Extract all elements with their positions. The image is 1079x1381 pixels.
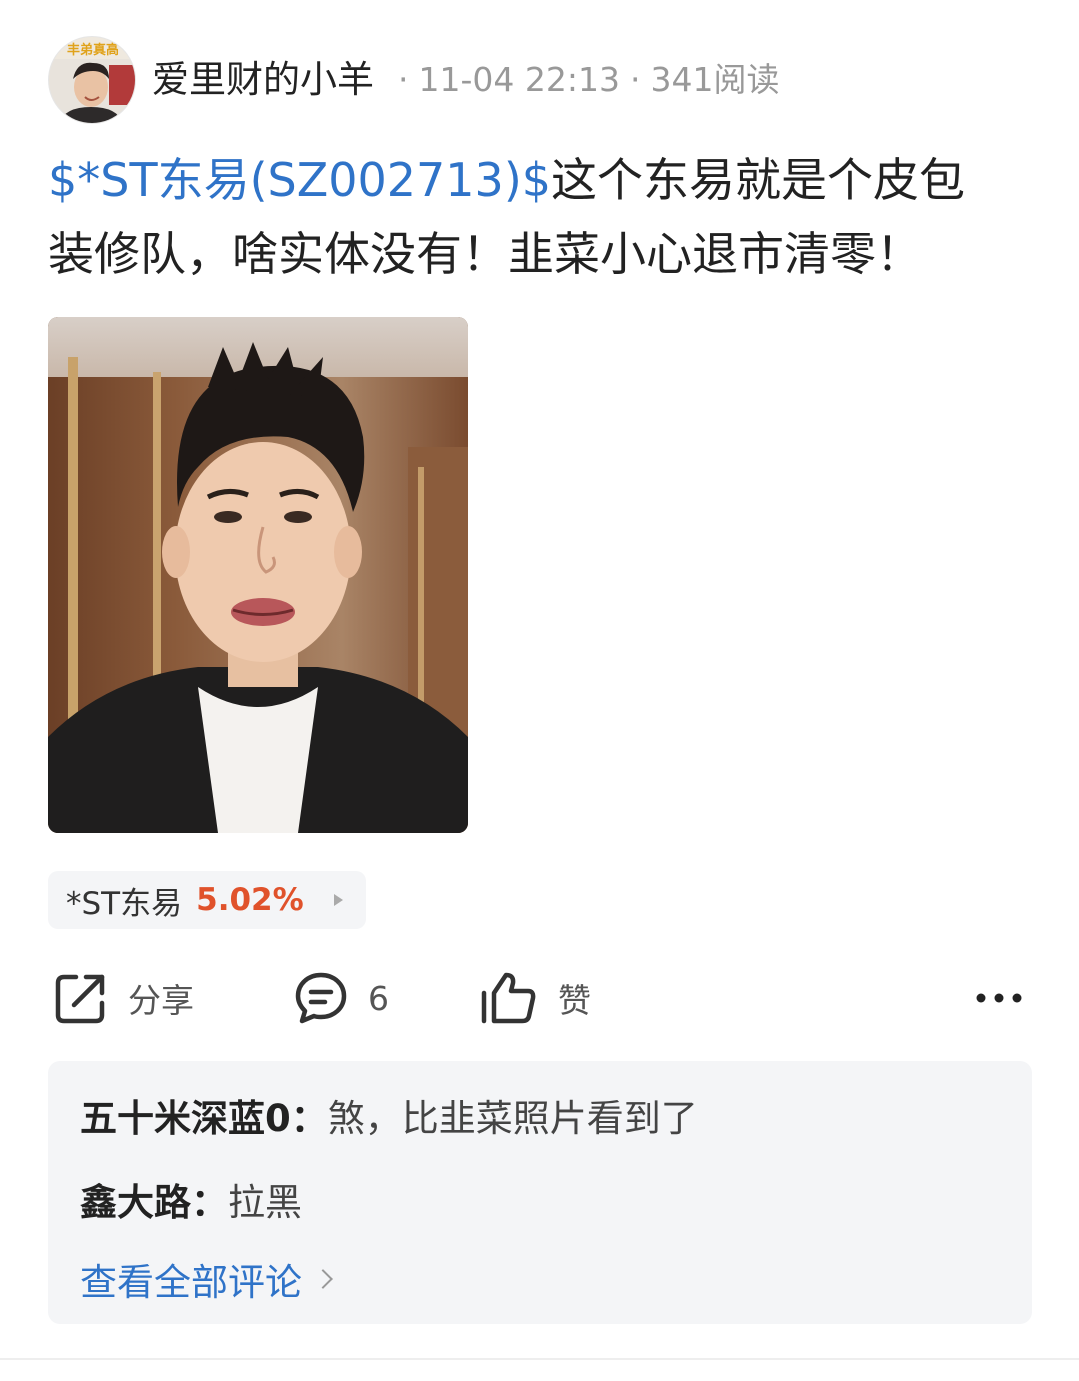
post-image[interactable] <box>48 317 468 833</box>
more-dots-icon <box>976 993 1022 1003</box>
comment-button[interactable]: 6 <box>294 965 389 1031</box>
view-all-comments-link[interactable]: 查看全部评论 <box>80 1252 333 1306</box>
stock-change-percent: 5.02% <box>196 882 304 918</box>
post-time: 11-04 22:13 <box>418 60 620 99</box>
read-count: 341阅读 <box>650 60 780 99</box>
stock-name: *ST东易 <box>66 885 183 922</box>
avatar-image: 丰弟真高 <box>49 37 135 123</box>
comment-text: 拉黑 <box>228 1181 302 1224</box>
like-label: 赞 <box>558 981 591 1020</box>
divider <box>0 1358 1079 1360</box>
photo-portrait <box>48 317 468 833</box>
action-bar: 分享 6 赞 <box>48 965 1038 1031</box>
comment-text: 煞，比韭菜照片看到了 <box>327 1097 698 1140</box>
meta-separator: · <box>629 60 641 99</box>
stock-tag-link[interactable]: $*ST东易(SZ002713)$ <box>48 153 551 207</box>
share-button[interactable]: 分享 <box>54 965 194 1031</box>
post-header: 丰弟真高 爱里财的小羊 · 11-04 22:13 · 341阅读 <box>48 36 779 124</box>
comment-user[interactable]: 鑫大路： <box>80 1181 228 1224</box>
meta-separator: · <box>398 60 409 99</box>
post-body: $*ST东易(SZ002713)$这个东易就是个皮包 装修队，啥实体没有！韭菜小… <box>48 143 1038 291</box>
post-body-line1: 这个东易就是个皮包 <box>551 153 966 207</box>
play-arrow-icon <box>333 894 343 906</box>
thumbs-up-icon <box>481 972 536 1024</box>
author-avatar[interactable]: 丰弟真高 <box>48 36 136 124</box>
post-meta: · 11-04 22:13 · 341阅读 <box>388 36 779 124</box>
like-button[interactable]: 赞 <box>480 965 591 1031</box>
more-options-button[interactable] <box>976 965 1022 1031</box>
post-body-line2: 装修队，啥实体没有！韭菜小心退市清零！ <box>48 227 922 281</box>
share-label: 分享 <box>128 981 194 1020</box>
share-icon <box>55 974 105 1024</box>
chevron-right-icon <box>313 1269 333 1289</box>
comment-icon <box>295 972 347 1024</box>
stock-quote-chip[interactable]: *ST东易 5.02% <box>48 871 366 929</box>
view-all-label: 查看全部评论 <box>80 1261 302 1304</box>
comment-user[interactable]: 五十米深蓝0： <box>80 1097 328 1140</box>
comment-item[interactable]: 五十米深蓝0：煞，比韭菜照片看到了 <box>80 1088 698 1142</box>
avatar-banner-text: 丰弟真高 <box>67 42 119 58</box>
comment-count: 6 <box>368 978 389 1018</box>
comment-item[interactable]: 鑫大路：拉黑 <box>80 1172 302 1226</box>
comments-preview: 五十米深蓝0：煞，比韭菜照片看到了 鑫大路：拉黑 查看全部评论 <box>48 1061 1032 1324</box>
author-name[interactable]: 爱里财的小羊 <box>152 36 374 124</box>
